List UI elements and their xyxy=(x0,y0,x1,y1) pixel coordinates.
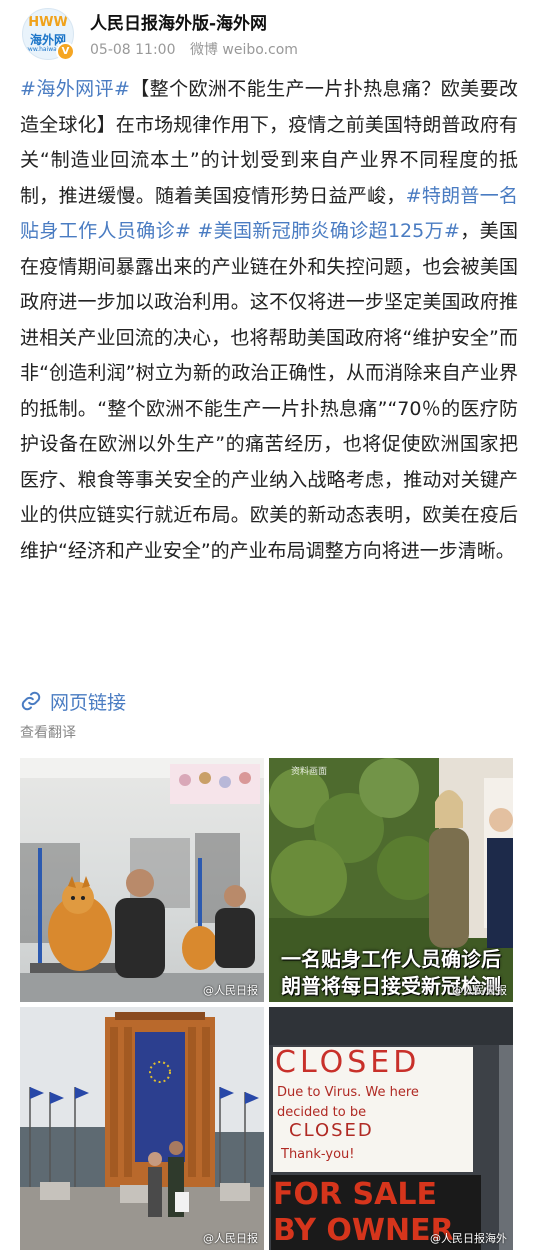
post-image-4[interactable]: CLOSED Due to Virus. We here decided to … xyxy=(269,1007,513,1250)
translate-button[interactable]: 查看翻译 xyxy=(20,722,76,742)
image-watermark: @人民日报海外 xyxy=(430,1232,507,1245)
for-sale-line1: FOR SALE xyxy=(273,1177,437,1212)
post-image-2[interactable]: 资料画面 一名贴身工作人员确诊后 朗普将每日接受新冠检测 @人民日报 xyxy=(269,758,513,1002)
post-image-3[interactable]: @人民日报 xyxy=(20,1007,264,1250)
sign-line2: decided to be xyxy=(277,1105,367,1120)
hashtag-link[interactable]: #美国新冠肺炎确诊超125万# xyxy=(197,220,460,242)
post-timestamp: 05-08 11:00 xyxy=(90,42,176,58)
web-link-label: 网页链接 xyxy=(50,691,127,714)
image-watermark: @人民日报 xyxy=(203,984,258,997)
web-link[interactable]: 网页链接 xyxy=(20,685,126,717)
post-source: 微博 weibo.com xyxy=(189,42,298,58)
hashtag-link[interactable]: #海外网评# xyxy=(20,78,130,100)
sign-line1: Due to Virus. We here xyxy=(277,1085,419,1100)
for-sale-line2: BY OWNER xyxy=(273,1213,454,1248)
post-content: #海外网评#【整个欧洲不能生产一片扑热息痛？欧美要改造全球化】在市场规律作用下，… xyxy=(20,72,518,569)
post-text: ，美国在疫情期间暴露出来的产业链在外和失控问题，也会被美国政府进一步加以政治利用… xyxy=(20,220,518,562)
eu-building-scene xyxy=(20,1007,264,1250)
avatar-logo-top: HWW xyxy=(28,15,68,30)
image-watermark: @人民日报 xyxy=(452,984,507,997)
image-caption-line1: 一名贴身工作人员确诊后 xyxy=(281,947,501,971)
sign-closed-repeat: CLOSED xyxy=(289,1120,374,1141)
verified-badge-icon: V xyxy=(56,42,75,61)
post-image-1[interactable]: @人民日报 xyxy=(20,758,264,1002)
image-label: 资料画面 xyxy=(291,767,328,777)
sign-closed-heading: CLOSED xyxy=(275,1045,421,1080)
post-header: HWW 海外网 www.haiwainet.cn V 人民日报海外版-海外网 0… xyxy=(0,0,533,68)
grooming-scene xyxy=(20,758,264,1002)
link-icon xyxy=(21,691,41,711)
account-name[interactable]: 人民日报海外版-海外网 xyxy=(90,9,267,34)
image-watermark: @人民日报 xyxy=(203,1232,258,1245)
sign-thanks: Thank-you! xyxy=(281,1147,355,1162)
post-meta: 05-08 11:00 微博 weibo.com xyxy=(90,39,308,59)
